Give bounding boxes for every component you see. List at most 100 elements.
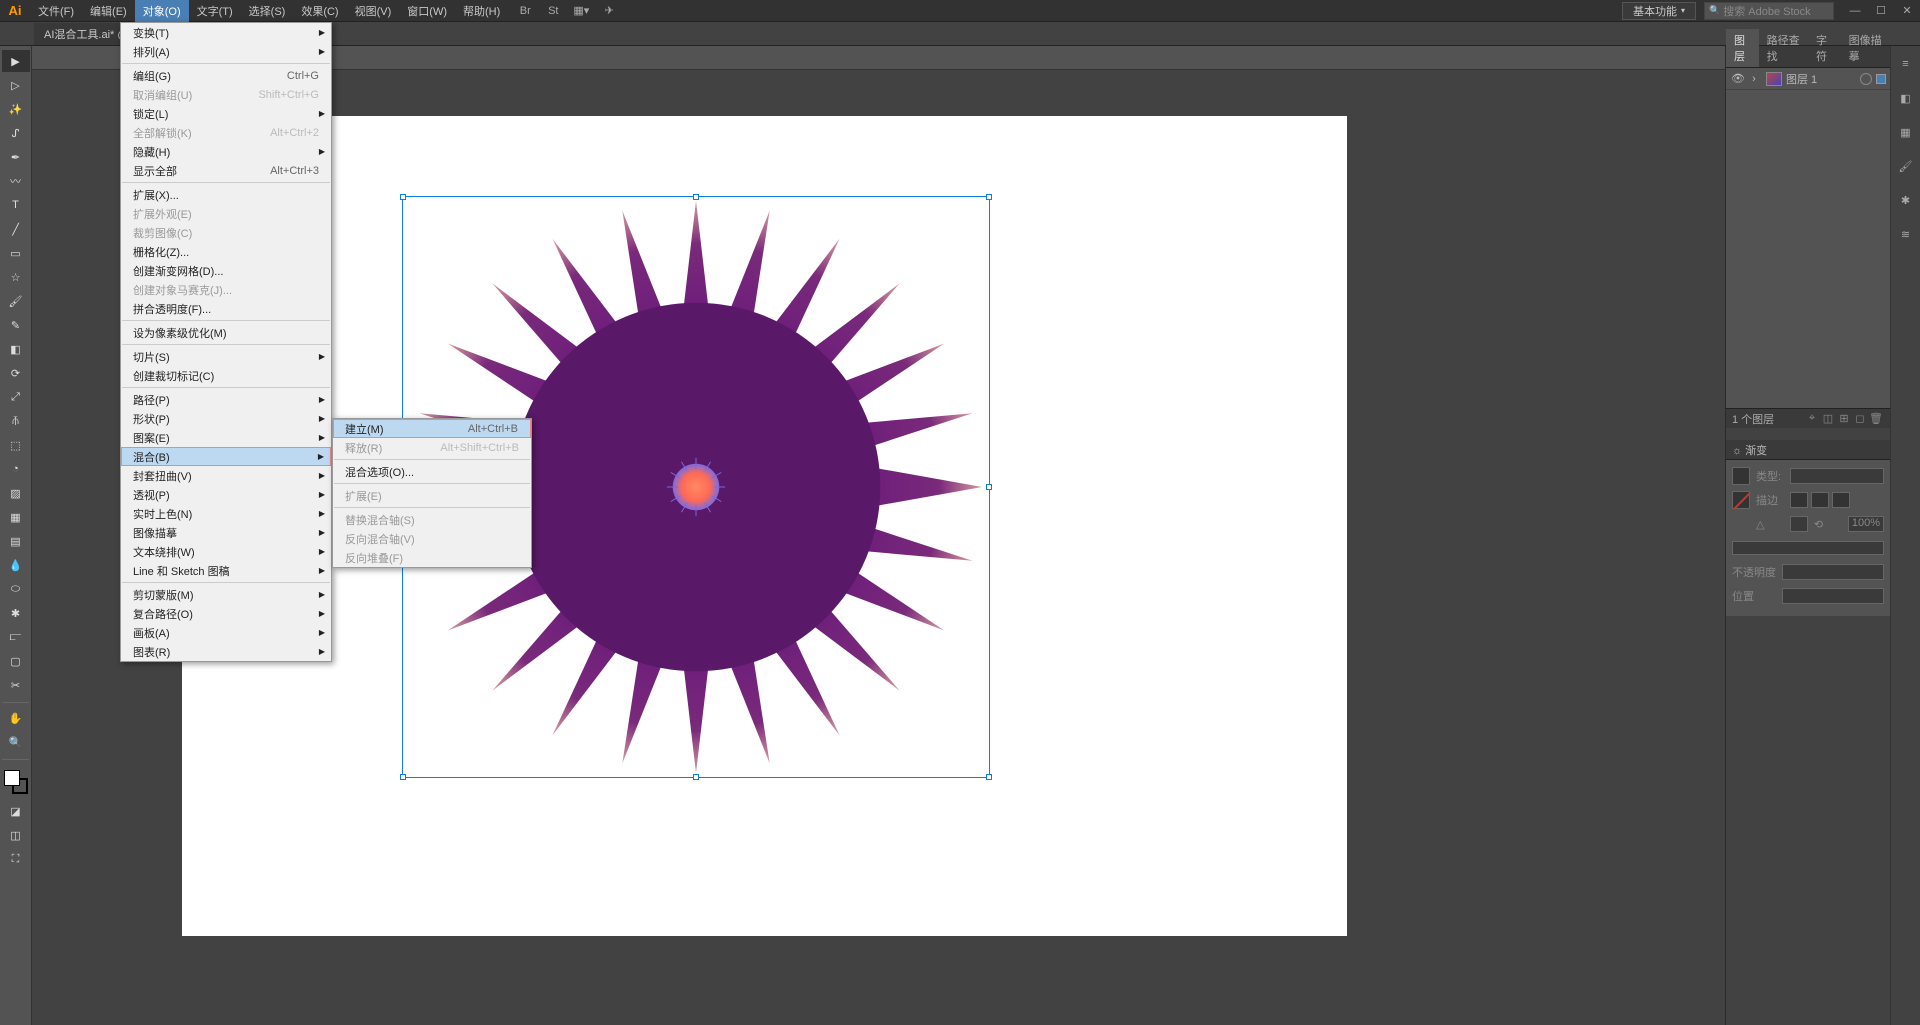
layer-name[interactable]: 图层 1 (1786, 71, 1860, 87)
eraser-tool[interactable]: ◧ (2, 338, 30, 360)
menu-item[interactable]: 变换(T)▶ (121, 23, 331, 42)
selection-indicator[interactable] (1876, 74, 1886, 84)
perspective-tool[interactable]: ▨ (2, 482, 30, 504)
menu-item[interactable]: 扩展(X)... (121, 185, 331, 204)
menu-item[interactable]: 路径(P)▶ (121, 390, 331, 409)
selection-tool[interactable]: ▶ (2, 50, 30, 72)
maximize-button[interactable]: ☐ (1868, 0, 1894, 22)
menu-item[interactable]: 拼合透明度(F)... (121, 299, 331, 318)
delete-icon[interactable]: 🗑 (1868, 412, 1884, 425)
zoom-tool[interactable]: 🔍 (2, 731, 30, 753)
direct-selection-tool[interactable]: ▷ (2, 74, 30, 96)
new-layer-icon[interactable]: ◻ (1852, 412, 1868, 425)
fill-stroke-swatch[interactable] (4, 770, 28, 794)
symbol-sprayer-tool[interactable]: ✱ (2, 602, 30, 624)
minimize-button[interactable]: — (1842, 0, 1868, 22)
stroke-mode-3[interactable] (1832, 492, 1850, 508)
close-button[interactable]: ✕ (1894, 0, 1920, 22)
draw-mode-icon[interactable]: ◫ (2, 824, 30, 846)
target-icon[interactable] (1860, 73, 1872, 85)
pen-tool[interactable]: ✒ (2, 146, 30, 168)
tab-layers[interactable]: 图层 (1726, 29, 1759, 67)
menu-item[interactable]: 设为像素级优化(M) (121, 323, 331, 342)
gradient-header[interactable]: ☼ 渐变 (1726, 440, 1890, 460)
menu-window[interactable]: 窗口(W) (399, 0, 455, 22)
rotate-tool[interactable]: ⟳ (2, 362, 30, 384)
menu-item[interactable]: 实时上色(N)▶ (121, 504, 331, 523)
curvature-tool[interactable]: 〰 (2, 170, 30, 192)
layer-row[interactable]: 👁 › 图层 1 (1726, 68, 1890, 90)
dock-swatches-icon[interactable]: ▦ (1894, 120, 1918, 144)
position-field[interactable] (1782, 588, 1884, 604)
magic-wand-tool[interactable]: ✨ (2, 98, 30, 120)
lasso-tool[interactable]: ᔑ (2, 122, 30, 144)
menu-item[interactable]: Line 和 Sketch 图稿▶ (121, 561, 331, 580)
menu-item[interactable]: 图像描摹▶ (121, 523, 331, 542)
menu-file[interactable]: 文件(F) (30, 0, 82, 22)
line-tool[interactable]: ╱ (2, 218, 30, 240)
locate-icon[interactable]: ⌖ (1804, 412, 1820, 425)
menu-item[interactable]: 隐藏(H)▶ (121, 142, 331, 161)
menu-item[interactable]: 文本绕排(W)▶ (121, 542, 331, 561)
slice-tool[interactable]: ✂ (2, 674, 30, 696)
menu-item[interactable]: 混合(B)▶ (121, 447, 331, 466)
menu-item[interactable]: 封套扭曲(V)▶ (121, 466, 331, 485)
mesh-tool[interactable]: ▦ (2, 506, 30, 528)
menu-item[interactable]: 栅格化(Z)... (121, 242, 331, 261)
pencil-tool[interactable]: ✎ (2, 314, 30, 336)
menu-item[interactable]: 图案(E)▶ (121, 428, 331, 447)
blend-tool[interactable]: ⬭ (2, 578, 30, 600)
free-transform-tool[interactable]: ⬚ (2, 434, 30, 456)
menu-item[interactable]: 排列(A)▶ (121, 42, 331, 61)
visibility-icon[interactable]: 👁 (1730, 72, 1746, 85)
paintbrush-tool[interactable]: 🖌 (2, 290, 30, 312)
menu-item[interactable]: 复合路径(O)▶ (121, 604, 331, 623)
dock-symbols-icon[interactable]: ✱ (1894, 188, 1918, 212)
gradient-ramp[interactable] (1732, 541, 1884, 555)
menu-effect[interactable]: 效果(C) (293, 0, 346, 22)
screen-mode-icon[interactable]: ⛶ (2, 848, 30, 870)
tab-character[interactable]: 字符 (1808, 29, 1841, 67)
gpu-icon[interactable]: ✈ (600, 2, 618, 20)
dock-color-icon[interactable]: ◧ (1894, 86, 1918, 110)
opacity-field[interactable] (1782, 564, 1884, 580)
menu-item[interactable]: 建立(M)Alt+Ctrl+B (333, 419, 531, 438)
eyedropper-tool[interactable]: 💧 (2, 554, 30, 576)
stroke-swatch[interactable] (1732, 491, 1750, 509)
menu-view[interactable]: 视图(V) (347, 0, 400, 22)
menu-item[interactable]: 切片(S)▶ (121, 347, 331, 366)
tab-image-trace[interactable]: 图像描摹 (1841, 29, 1890, 67)
rectangle-tool[interactable]: ▭ (2, 242, 30, 264)
clip-icon[interactable]: ◫ (1820, 412, 1836, 425)
dock-properties-icon[interactable]: ≡ (1894, 52, 1918, 76)
type-field[interactable] (1790, 468, 1884, 484)
menu-item[interactable]: 形状(P)▶ (121, 409, 331, 428)
menu-help[interactable]: 帮助(H) (455, 0, 508, 22)
stroke-mode-2[interactable] (1811, 492, 1829, 508)
menu-item[interactable]: 创建渐变网格(D)... (121, 261, 331, 280)
menu-item[interactable]: 剪切蒙版(M)▶ (121, 585, 331, 604)
shape-builder-tool[interactable]: ◔ (2, 458, 30, 480)
search-input[interactable]: 搜索 Adobe Stock (1704, 2, 1834, 20)
color-mode-icon[interactable]: ◪ (2, 800, 30, 822)
menu-type[interactable]: 文字(T) (189, 0, 241, 22)
menu-item[interactable]: 创建裁切标记(C) (121, 366, 331, 385)
angle-field[interactable] (1790, 516, 1808, 532)
menu-object[interactable]: 对象(O) (135, 0, 189, 22)
bridge-icon[interactable]: Br (516, 2, 534, 20)
disclosure-icon[interactable]: › (1746, 73, 1762, 85)
type-tool[interactable]: T (2, 194, 30, 216)
stock-icon[interactable]: St (544, 2, 562, 20)
ratio-field[interactable]: 100% (1848, 516, 1884, 532)
dock-stroke-icon[interactable]: ≋ (1894, 222, 1918, 246)
artboard-tool[interactable]: ▢ (2, 650, 30, 672)
column-graph-tool[interactable]: ⫍ (2, 626, 30, 648)
tab-pathfinder[interactable]: 路径查找 (1759, 29, 1808, 67)
width-tool[interactable]: ⫚ (2, 410, 30, 432)
scale-tool[interactable]: ⤢ (2, 386, 30, 408)
dock-brushes-icon[interactable]: 🖌 (1894, 154, 1918, 178)
menu-edit[interactable]: 编辑(E) (82, 0, 135, 22)
menu-item[interactable]: 画板(A)▶ (121, 623, 331, 642)
menu-item[interactable]: 编组(G)Ctrl+G (121, 66, 331, 85)
stroke-mode-1[interactable] (1790, 492, 1808, 508)
